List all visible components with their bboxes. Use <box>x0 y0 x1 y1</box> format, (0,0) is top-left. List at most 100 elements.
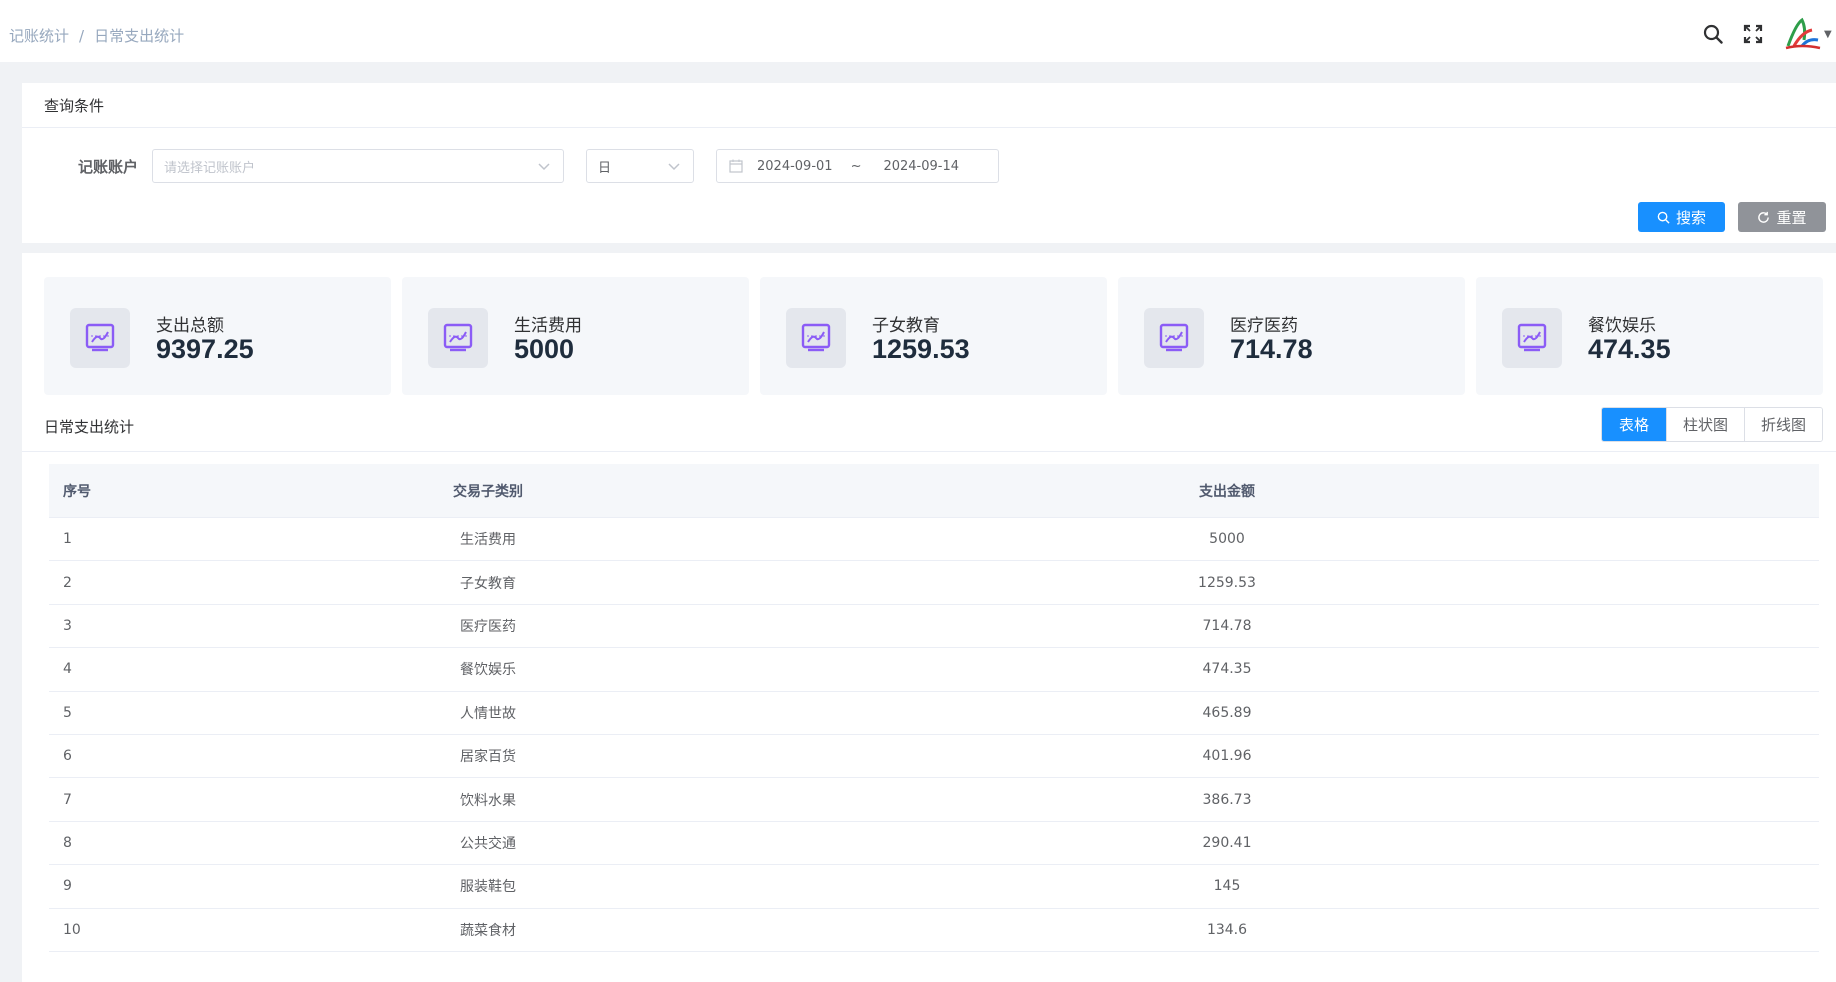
chart-screen-icon <box>428 308 488 368</box>
cell-amount: 465.89 <box>1202 704 1252 721</box>
search-icon <box>1657 211 1670 224</box>
table-row: 6 居家百货 401.96 <box>49 735 1819 779</box>
card-value: 9397.25 <box>156 334 254 364</box>
table-row: 10 蔬菜食材 134.6 <box>49 909 1819 952</box>
cell-amount: 145 <box>1213 878 1241 895</box>
cell-amount: 5000 <box>1209 531 1245 548</box>
card-label: 餐饮娱乐 <box>1588 316 1656 336</box>
caret-down-icon[interactable]: ▼ <box>1824 29 1832 40</box>
cell-index: 8 <box>63 834 72 851</box>
cell-index: 4 <box>63 661 72 678</box>
query-form: 记账账户 请选择记账账户 日 2024-09-01 ~ 2024-09-14 <box>22 149 999 183</box>
search-button-label: 搜索 <box>1675 208 1706 227</box>
breadcrumb: 记账统计 / 日常支出统计 <box>9 25 184 46</box>
header-index: 序号 <box>63 483 91 500</box>
cell-amount: 474.35 <box>1202 661 1252 678</box>
table-row: 5 人情世故 465.89 <box>49 692 1819 735</box>
date-separator: ~ <box>850 158 862 174</box>
card-value: 714.78 <box>1230 334 1313 364</box>
top-toolbar: ▼ <box>1702 14 1836 54</box>
cell-category: 子女教育 <box>460 575 516 592</box>
chart-screen-icon <box>786 308 846 368</box>
user-menu[interactable]: ▼ <box>1782 14 1836 54</box>
reset-button[interactable]: 重置 <box>1738 202 1826 232</box>
card-label: 子女教育 <box>872 316 940 336</box>
cell-index: 10 <box>63 921 81 938</box>
date-start-input[interactable]: 2024-09-01 <box>757 159 833 174</box>
cell-category: 居家百货 <box>460 749 516 766</box>
cell-category: 蔬菜食材 <box>460 922 516 939</box>
breadcrumb-separator: / <box>79 26 85 45</box>
table-row: 1 生活费用 5000 <box>49 518 1819 562</box>
date-end-input[interactable]: 2024-09-14 <box>883 159 959 174</box>
view-table-button[interactable]: 表格 <box>1602 408 1666 441</box>
cell-index: 7 <box>63 791 72 808</box>
account-placeholder: 请选择记账账户 <box>164 160 256 176</box>
stats-panel: 支出总额 9397.25 生活费用 5000 子女教育 1259.53 医疗医药… <box>22 253 1836 982</box>
summary-card-education: 子女教育 1259.53 <box>760 277 1107 395</box>
cell-index: 9 <box>63 878 72 895</box>
cell-category: 公共交通 <box>460 835 516 852</box>
cell-category: 餐饮娱乐 <box>460 662 516 679</box>
summary-cards: 支出总额 9397.25 生活费用 5000 子女教育 1259.53 医疗医药… <box>44 277 1823 395</box>
table-row: 7 饮料水果 386.73 <box>49 778 1819 822</box>
breadcrumb-item-stats[interactable]: 记账统计 <box>9 25 69 46</box>
cell-amount: 134.6 <box>1206 921 1248 938</box>
cell-amount: 714.78 <box>1202 617 1252 634</box>
table-row: 2 子女教育 1259.53 <box>49 561 1819 605</box>
search-button[interactable]: 搜索 <box>1638 202 1725 232</box>
section-title: 日常支出统计 <box>44 418 135 436</box>
table-row: 4 餐饮娱乐 474.35 <box>49 648 1819 692</box>
cell-amount: 386.73 <box>1202 791 1252 808</box>
query-panel: 查询条件 记账账户 请选择记账账户 日 2024-09-01 ~ 2024-09… <box>22 83 1836 243</box>
cell-category: 人情世故 <box>460 705 516 722</box>
account-label: 记账账户 <box>77 157 138 176</box>
chevron-down-icon <box>538 163 550 171</box>
view-bar-button[interactable]: 柱状图 <box>1666 408 1744 441</box>
query-panel-title: 查询条件 <box>22 83 1836 128</box>
card-value: 5000 <box>514 334 575 364</box>
search-icon[interactable] <box>1702 23 1724 45</box>
card-value: 474.35 <box>1588 334 1671 364</box>
cell-index: 6 <box>63 748 72 765</box>
divider <box>22 451 1836 452</box>
account-select[interactable]: 请选择记账账户 <box>152 149 564 183</box>
cell-category: 服装鞋包 <box>460 879 516 896</box>
expense-table: 序号 交易子类别 支出金额 1 生活费用 5000 2 子女教育 1259.53 3 医疗… <box>49 464 1819 952</box>
chart-screen-icon <box>1144 308 1204 368</box>
header-category: 交易子类别 <box>453 483 523 500</box>
table-header: 序号 交易子类别 支出金额 <box>49 464 1819 518</box>
table-row: 9 服装鞋包 145 <box>49 865 1819 909</box>
cell-amount: 290.41 <box>1202 834 1252 851</box>
chevron-down-icon <box>668 163 680 171</box>
view-toggle: 表格 柱状图 折线图 <box>1601 407 1823 442</box>
summary-card-medical: 医疗医药 714.78 <box>1118 277 1465 395</box>
cell-index: 1 <box>63 531 72 548</box>
refresh-icon <box>1758 211 1770 223</box>
breadcrumb-item-current: 日常支出统计 <box>94 27 185 45</box>
cell-index: 2 <box>63 574 72 591</box>
time-unit-select[interactable]: 日 <box>586 149 694 183</box>
summary-card-dining: 餐饮娱乐 474.35 <box>1476 277 1823 395</box>
card-label: 医疗医药 <box>1230 316 1298 336</box>
view-line-button[interactable]: 折线图 <box>1744 408 1822 441</box>
header-amount: 支出金额 <box>1199 483 1255 500</box>
date-range-picker[interactable]: 2024-09-01 ~ 2024-09-14 <box>716 149 999 183</box>
card-label: 生活费用 <box>514 316 582 336</box>
fullscreen-icon[interactable] <box>1742 23 1764 45</box>
card-value: 1259.53 <box>872 334 970 364</box>
cell-amount: 1259.53 <box>1198 574 1256 591</box>
chart-screen-icon <box>1502 308 1562 368</box>
summary-card-living: 生活费用 5000 <box>402 277 749 395</box>
table-row: 8 公共交通 290.41 <box>49 822 1819 866</box>
table-row: 3 医疗医药 714.78 <box>49 605 1819 649</box>
time-unit-value: 日 <box>598 160 612 176</box>
cell-category: 医疗医药 <box>460 618 516 635</box>
avatar[interactable] <box>1782 14 1822 54</box>
reset-button-label: 重置 <box>1776 208 1807 227</box>
cell-category: 饮料水果 <box>460 792 516 809</box>
summary-card-total: 支出总额 9397.25 <box>44 277 391 395</box>
cell-index: 5 <box>63 704 72 721</box>
cell-category: 生活费用 <box>460 532 516 549</box>
top-navbar: 记账统计 / 日常支出统计 ▼ <box>0 0 1836 62</box>
